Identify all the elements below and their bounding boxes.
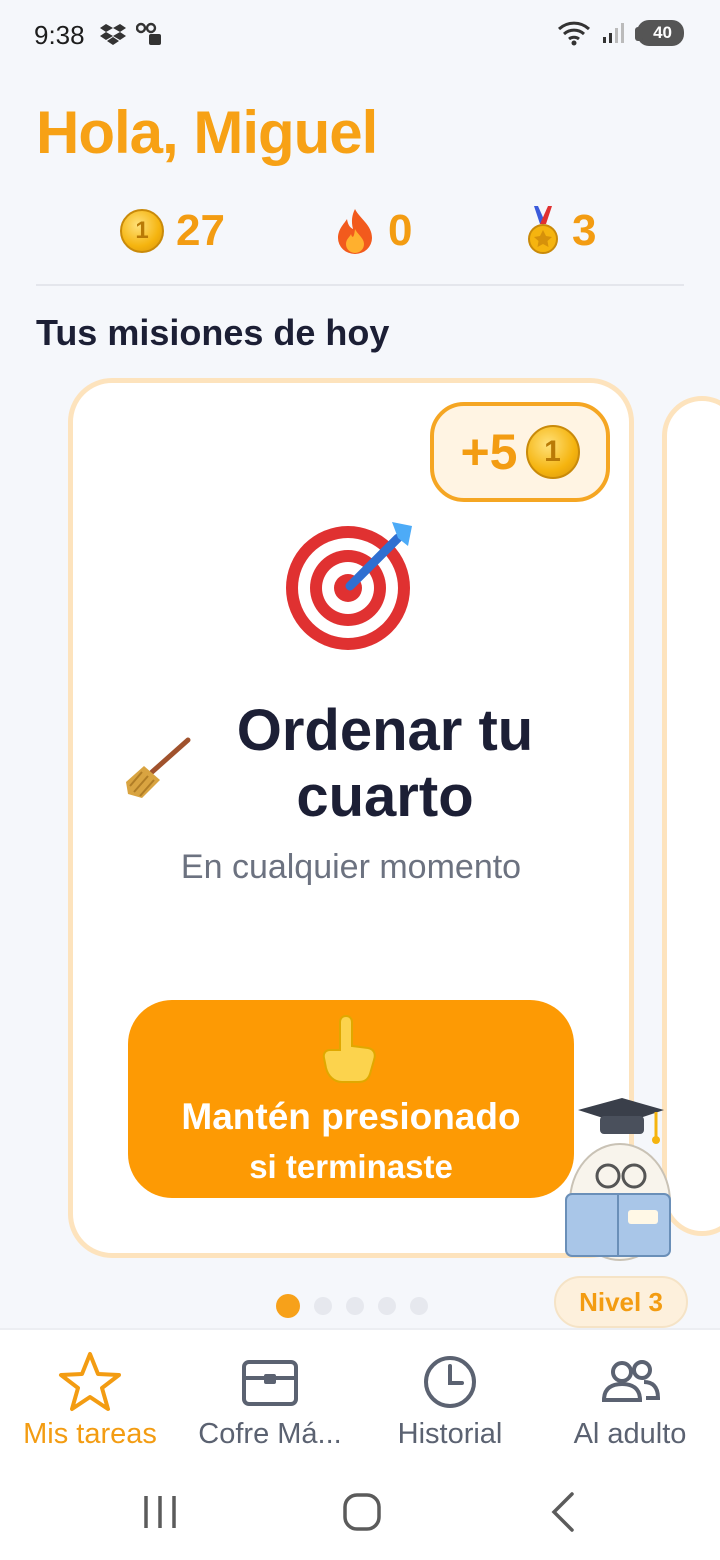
pagination-dot[interactable] [346, 1297, 364, 1315]
carousel-pagination[interactable] [276, 1294, 428, 1318]
reward-amount: +5 [460, 424, 518, 480]
recent-apps-icon[interactable] [138, 1490, 182, 1534]
system-navigation-bar [0, 1462, 720, 1560]
nav-label: Cofre Má... [198, 1418, 342, 1450]
pagination-dot[interactable] [378, 1297, 396, 1315]
greeting-title: Hola, Miguel [36, 99, 378, 166]
reward-badge: +5 1 [430, 402, 610, 502]
pagination-dot[interactable] [314, 1297, 332, 1315]
coin-icon: 1 [120, 209, 164, 253]
signal-icon [603, 23, 625, 43]
section-title: Tus misiones de hoy [36, 312, 390, 353]
back-icon[interactable] [542, 1490, 586, 1534]
nav-mis-tareas[interactable]: Mis tareas [0, 1330, 180, 1464]
mission-title: Ordenar tu cuarto [236, 698, 534, 829]
streak-count: 0 [388, 206, 413, 255]
system-indicators: 40 [557, 20, 684, 46]
pointing-hand-icon [322, 1014, 376, 1083]
wifi-icon [558, 21, 591, 46]
battery-level: 40 [635, 20, 684, 46]
nav-historial[interactable]: Historial [360, 1330, 540, 1464]
notification-icons [100, 22, 162, 46]
pagination-dot[interactable] [410, 1297, 428, 1315]
fire-icon [338, 209, 372, 254]
stats-row: 1 27 0 3 [0, 206, 720, 266]
button-line-2: si terminaste [249, 1148, 453, 1185]
coin-icon: 1 [525, 425, 580, 479]
dropbox-icon [100, 24, 126, 45]
chest-icon [242, 1360, 298, 1406]
mission-schedule: En cualquier momento [180, 848, 522, 886]
nav-label: Historial [397, 1418, 503, 1450]
button-line-1: Mantén presionado [181, 1096, 521, 1137]
broom-icon [126, 737, 191, 798]
nav-label: Mis tareas [23, 1418, 157, 1450]
target-icon [286, 522, 412, 650]
status-bar: 9:38 40 [0, 0, 720, 72]
nav-al-adulto[interactable]: Al adulto [540, 1330, 720, 1464]
users-icon [601, 1360, 661, 1402]
voicemail-lock-icon [136, 22, 161, 45]
clock-icon [424, 1356, 476, 1408]
status-time: 9:38 [34, 20, 85, 50]
pagination-dot[interactable] [276, 1294, 300, 1318]
egg-mascot-reading-icon [565, 1098, 671, 1261]
nav-cofre[interactable]: Cofre Má... [180, 1330, 360, 1464]
home-icon[interactable] [340, 1490, 384, 1534]
bottom-navigation: Mis tareas Cofre Má... Historial Al adul… [0, 1328, 720, 1462]
streak-stat: 0 [334, 206, 412, 256]
nav-label: Al adulto [573, 1418, 687, 1450]
medal-icon [528, 206, 558, 254]
coins-stat: 1 27 [120, 206, 225, 256]
hold-to-complete-button[interactable]: Mantén presionado si terminaste [128, 1000, 574, 1198]
medals-stat: 3 [526, 206, 596, 256]
medals-count: 3 [572, 206, 597, 255]
divider [36, 284, 684, 286]
level-badge: Nivel 3 [554, 1276, 688, 1328]
star-icon [59, 1352, 121, 1411]
coins-count: 27 [176, 206, 225, 255]
